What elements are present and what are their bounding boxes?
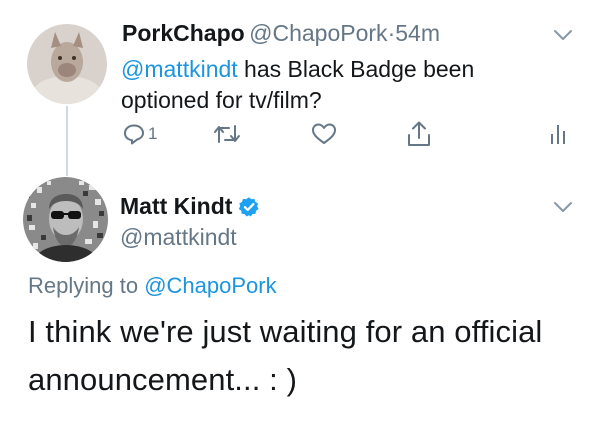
chevron-down-icon[interactable] <box>553 28 573 42</box>
replying-to-line: Replying to @ChapoPork <box>28 273 277 299</box>
tweet1-time[interactable]: 54m <box>395 20 440 46</box>
tweet1-header: PorkChapo @ChapoPork·54m <box>122 20 440 47</box>
tweet2-header: Matt Kindt <box>120 193 260 220</box>
reply-count: 1 <box>148 124 158 143</box>
tweet2-text: I think we're just waiting for an offici… <box>28 308 588 404</box>
replying-to-handle[interactable]: @ChapoPork <box>144 273 276 298</box>
tweet1-display-name[interactable]: PorkChapo <box>122 20 245 46</box>
avatar-porkchapo[interactable] <box>27 24 107 104</box>
tweet1-text: @mattkindt has Black Badge been optioned… <box>121 54 561 116</box>
reply-icon <box>124 124 144 145</box>
chevron-down-icon[interactable] <box>553 200 573 214</box>
replying-prefix: Replying to <box>28 273 145 298</box>
share-icon <box>408 121 430 146</box>
tweet2-text-line1: I think we're just waiting for an offici… <box>28 314 543 349</box>
tweet1-mention[interactable]: @mattkindt <box>121 56 238 82</box>
tweet1-text-line2: optioned for tv/film? <box>121 87 322 113</box>
tweet1-text-line1: has Black Badge been <box>237 56 475 82</box>
tweet1-handle[interactable]: @ChapoPork <box>249 20 387 46</box>
like-button[interactable] <box>311 122 337 146</box>
share-button[interactable] <box>406 120 432 148</box>
avatar-matt-kindt[interactable] <box>23 177 108 262</box>
tweet2-handle[interactable]: @mattkindt <box>120 224 237 251</box>
thread-connector-line <box>66 106 68 176</box>
like-icon <box>312 123 336 144</box>
reply-button[interactable]: 1 <box>122 122 157 146</box>
verified-badge-icon <box>239 196 259 217</box>
tweet2-text-line2: announcement... : ) <box>28 362 298 397</box>
analytics-button[interactable] <box>548 122 568 146</box>
analytics-icon <box>551 125 565 144</box>
retweet-button[interactable] <box>213 122 241 146</box>
retweet-icon <box>214 125 240 143</box>
tweet2-display-name[interactable]: Matt Kindt <box>120 193 232 220</box>
